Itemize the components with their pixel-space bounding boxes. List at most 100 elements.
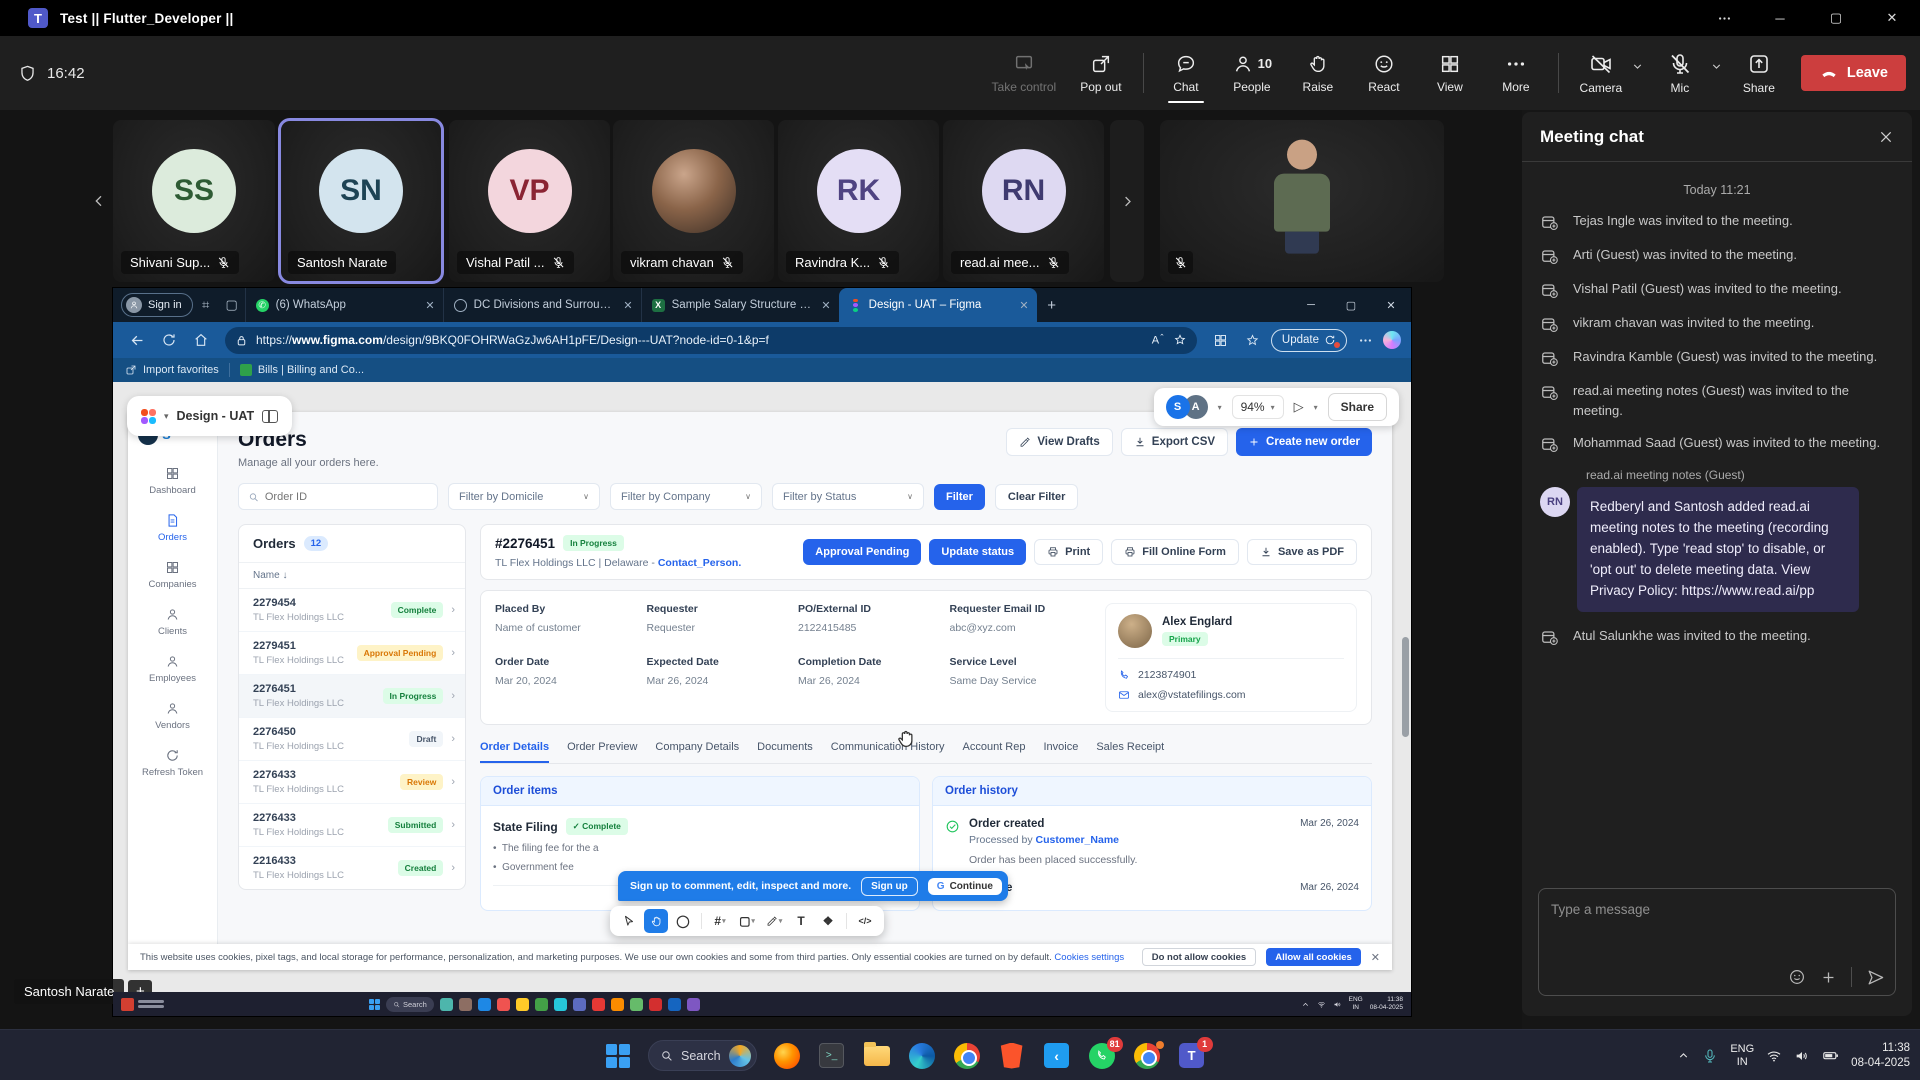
strip-scroll-left-button[interactable]	[84, 183, 114, 219]
firefox-icon[interactable]	[772, 1041, 802, 1071]
app-icon[interactable]	[440, 998, 453, 1011]
workspaces-icon[interactable]: ⌗	[193, 292, 219, 318]
order-row[interactable]: 2279454TL Flex Holdings LLC Complete ›	[239, 589, 465, 632]
save-as-pdf-button[interactable]: Save as PDF	[1247, 539, 1357, 565]
tray-chevron-up-icon[interactable]	[1677, 1049, 1690, 1062]
sidebar-item-companies[interactable]: Companies	[148, 560, 196, 590]
teams-taskbar-icon[interactable]: T 1	[1177, 1041, 1207, 1071]
create-new-order-button[interactable]: Create new order	[1236, 428, 1372, 456]
participant-tile[interactable]: vikram chavan	[613, 120, 774, 282]
shared-clock[interactable]: 11:3808-04-2025	[1370, 996, 1403, 1012]
shared-search-box[interactable]: Search	[386, 997, 434, 1012]
figma-signup-button[interactable]: Sign up	[861, 877, 918, 896]
tray-chevron-icon[interactable]	[1301, 1000, 1310, 1009]
chat-compose-box[interactable]	[1538, 888, 1896, 996]
update-status-button[interactable]: Update status	[929, 539, 1026, 565]
brave-icon[interactable]	[997, 1041, 1027, 1071]
chevron-down-icon[interactable]: ▾	[1314, 403, 1318, 412]
order-row-selected[interactable]: 2276451TL Flex Holdings LLC In Progress …	[239, 675, 465, 718]
speaker-icon[interactable]	[1794, 1048, 1810, 1064]
leave-button[interactable]: Leave	[1801, 55, 1906, 91]
refresh-icon[interactable]	[155, 326, 183, 354]
deny-cookies-button[interactable]: Do not allow cookies	[1142, 948, 1257, 966]
pen-tool-icon[interactable]: ▾	[762, 909, 786, 933]
order-id-input[interactable]	[265, 491, 428, 503]
filter-domicile-dropdown[interactable]: Filter by Domicile∨	[448, 483, 600, 510]
app-icon[interactable]	[535, 998, 548, 1011]
prototype-play-icon[interactable]: ▷	[1294, 399, 1304, 415]
chrome-icon[interactable]	[952, 1041, 982, 1071]
language-indicator[interactable]: ENGIN	[1730, 1043, 1754, 1068]
customer-name-link[interactable]: Customer_Name	[1036, 834, 1119, 846]
shape-tool-icon[interactable]: ▢▾	[735, 909, 759, 933]
tab-close-icon[interactable]: ✕	[425, 299, 434, 312]
bookmark-item[interactable]: Bills | Billing and Co...	[240, 364, 364, 376]
layout-toggle-icon[interactable]	[262, 410, 278, 423]
browser-profile-icon[interactable]	[1132, 1041, 1162, 1071]
app-icon[interactable]	[611, 998, 624, 1011]
strip-scroll-right-button[interactable]	[1110, 120, 1144, 282]
tab-account-rep[interactable]: Account Rep	[963, 741, 1026, 763]
app-icon[interactable]	[592, 998, 605, 1011]
app-icon[interactable]	[668, 998, 681, 1011]
send-icon[interactable]	[1866, 968, 1885, 987]
participant-tile-active-speaker[interactable]: SN Santosh Narate	[280, 120, 442, 282]
filter-status-dropdown[interactable]: Filter by Status∨	[772, 483, 924, 510]
app-icon[interactable]	[687, 998, 700, 1011]
participant-tile[interactable]: RK Ravindra K...	[778, 120, 939, 282]
tab-invoice[interactable]: Invoice	[1043, 741, 1078, 763]
order-id-search[interactable]	[238, 483, 438, 510]
tab-order-preview[interactable]: Order Preview	[567, 741, 637, 763]
tab-communication-history[interactable]: Communication History	[831, 741, 945, 763]
chat-message-list[interactable]: Today 11:21 Tejas Ingle was invited to t…	[1522, 163, 1912, 876]
vscode-icon[interactable]: ‹	[1042, 1041, 1072, 1071]
tab-actions-icon[interactable]: ▢	[219, 292, 245, 318]
scrollbar-thumb[interactable]	[1402, 637, 1409, 737]
mic-in-use-icon[interactable]	[1702, 1048, 1718, 1064]
browser-tab[interactable]: Sample Salary Structure with calc ✕	[641, 288, 839, 322]
file-explorer-icon[interactable]	[862, 1041, 892, 1071]
order-row[interactable]: 2276433TL Flex Holdings LLC Submitted ›	[239, 804, 465, 847]
cookie-close-icon[interactable]: ✕	[1371, 951, 1380, 964]
browser-tab-active[interactable]: Design - UAT – Figma ✕	[839, 288, 1037, 322]
participant-tile[interactable]: SS Shivani Sup...	[113, 120, 275, 282]
tab-sales-receipt[interactable]: Sales Receipt	[1096, 741, 1164, 763]
browser-signin-button[interactable]: Sign in	[121, 293, 193, 317]
hand-tool-icon[interactable]	[644, 909, 668, 933]
frame-tool-icon[interactable]: #▾	[708, 909, 732, 933]
camera-button[interactable]: Camera	[1569, 41, 1633, 105]
edge-icon[interactable]	[907, 1041, 937, 1071]
tab-close-icon[interactable]: ✕	[1019, 299, 1028, 312]
figma-share-button[interactable]: Share	[1328, 393, 1387, 421]
figma-file-menu[interactable]: ▾ Design - UAT	[127, 396, 292, 436]
window-maximize-button[interactable]: ▢	[1808, 0, 1864, 36]
sidebar-item-clients[interactable]: Clients	[158, 607, 187, 637]
chevron-down-icon[interactable]: ▾	[1218, 403, 1222, 412]
favorites-bar-icon[interactable]	[1239, 326, 1267, 354]
tab-close-icon[interactable]: ✕	[623, 299, 632, 312]
filter-company-dropdown[interactable]: Filter by Company∨	[610, 483, 762, 510]
participant-tile-large[interactable]	[1160, 120, 1444, 282]
filter-button[interactable]: Filter	[934, 484, 985, 510]
terminal-app-icon[interactable]: >_	[817, 1041, 847, 1071]
sidebar-item-refresh-token[interactable]: Refresh Token	[142, 748, 203, 778]
print-button[interactable]: Print	[1034, 539, 1103, 565]
pop-out-button[interactable]: Pop out	[1069, 41, 1133, 105]
window-close-button[interactable]: ✕	[1864, 0, 1920, 36]
browser-tab[interactable]: DC Divisions and Surroundings ✕	[443, 288, 641, 322]
whatsapp-icon[interactable]: 81	[1087, 1041, 1117, 1071]
contact-phone[interactable]: 2123874901	[1118, 669, 1344, 681]
contact-person-link[interactable]: Contact_Person.	[658, 557, 741, 569]
shared-start-button[interactable]	[369, 999, 380, 1010]
sidebar-item-dashboard[interactable]: Dashboard	[149, 466, 195, 496]
start-button[interactable]	[603, 1041, 633, 1071]
order-row[interactable]: 2279451TL Flex Holdings LLC Approval Pen…	[239, 632, 465, 675]
view-drafts-button[interactable]: View Drafts	[1006, 428, 1112, 456]
app-icon[interactable]	[516, 998, 529, 1011]
sidebar-item-employees[interactable]: Employees	[149, 654, 196, 684]
emoji-icon[interactable]	[1788, 968, 1806, 986]
chat-button[interactable]: Chat	[1154, 41, 1218, 105]
export-csv-button[interactable]: Export CSV	[1121, 428, 1228, 456]
attach-plus-icon[interactable]	[1820, 969, 1837, 986]
browser-menu-icon[interactable]	[1351, 326, 1379, 354]
